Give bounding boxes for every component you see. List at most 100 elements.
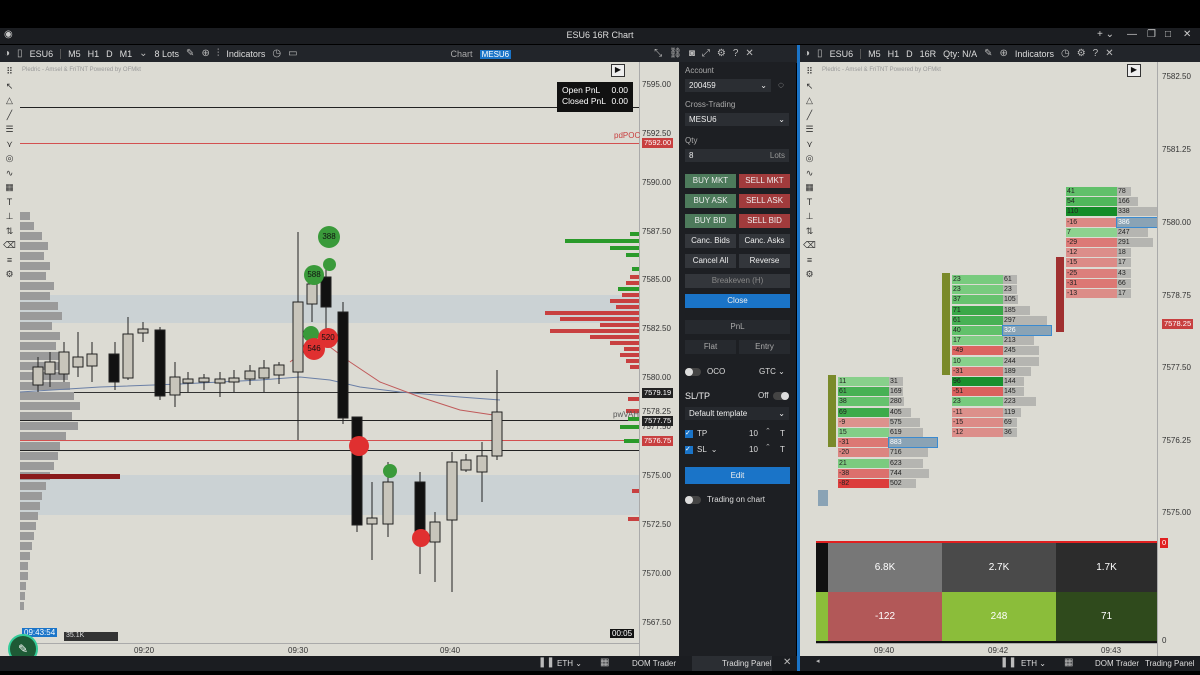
reverse-button[interactable]: Reverse (739, 254, 790, 268)
sell-ask-button[interactable]: SELL ASK (739, 194, 790, 208)
crosshair-icon[interactable]: ⤡ (654, 49, 662, 59)
symbol-selector[interactable]: ESU6 (30, 49, 54, 59)
play-icon[interactable]: ▶ (611, 64, 625, 77)
close-tab-icon[interactable]: ✕ (783, 658, 791, 668)
tp-value[interactable]: 10 (749, 429, 758, 438)
minimize-icon[interactable]: — (1127, 29, 1137, 40)
restore-icon[interactable]: ❐ (1147, 29, 1156, 40)
target-icon[interactable]: ◎ (0, 153, 19, 168)
eye-off-icon[interactable]: ◌ (778, 81, 784, 91)
sell-bid-button[interactable]: SELL BID (739, 214, 790, 228)
tf-d[interactable]: D (906, 49, 913, 59)
template-select[interactable]: Default template ⌄ (685, 407, 789, 420)
indicators-button[interactable]: Indicators (226, 49, 265, 59)
close-window-icon[interactable]: ✕ (1183, 29, 1191, 40)
cancel-asks-button[interactable]: Canc. Asks (739, 234, 790, 248)
left-chart-area[interactable]: ⠿ ↖ △ ╱ ☰ ⋎ ◎ ∿ ▦ T ⊥ ⇅ ⌫ ≡ ⚙ Pledric - … (0, 62, 679, 664)
edit-button[interactable]: Edit (685, 467, 790, 484)
cursor-icon[interactable]: ↖ (0, 81, 19, 96)
layout-icon[interactable]: ▯ (17, 49, 23, 59)
sort-icon[interactable]: ⇅ (800, 226, 819, 241)
tf-d[interactable]: D (106, 49, 113, 59)
dots-icon[interactable]: ⠿ (0, 66, 19, 81)
chevron-down-icon[interactable]: ⌄ (711, 445, 718, 454)
gtc-select[interactable]: GTC ⌄ (759, 367, 785, 376)
path-icon[interactable]: ∿ (0, 168, 19, 183)
right-chart-area[interactable]: ⠿ ↖ △ ╱ ☰ ⋎ ◎ ∿ ▦ T ⊥ ⇅ ⌫ ≡ ⚙ Pledric - … (800, 62, 1200, 656)
close-chart-icon[interactable]: ✕ (745, 49, 753, 59)
settings-icon[interactable]: ⚙ (1077, 49, 1086, 59)
text-icon[interactable]: T (0, 197, 19, 212)
clock-icon[interactable]: ◷ (272, 49, 281, 59)
stepper-icon[interactable]: ⌃ (765, 428, 771, 435)
gear-icon[interactable]: ⚙ (800, 269, 819, 284)
cross-trading-select[interactable]: MESU6 ⌄ (685, 113, 789, 126)
tf-m5[interactable]: M5 (868, 49, 881, 59)
pencil-icon[interactable]: ✎ (186, 49, 194, 59)
cancel-all-button[interactable]: Cancel All (685, 254, 736, 268)
measure-icon[interactable]: ⊥ (800, 211, 819, 226)
tp-checkbox[interactable]: ✓ (685, 429, 693, 438)
gear-icon[interactable]: ⚙ (0, 269, 19, 284)
entry-button[interactable]: Entry (739, 340, 790, 354)
fullscreen-icon[interactable]: ⤢ (702, 49, 710, 59)
chart-symbol-badge[interactable]: MESU6 (479, 49, 512, 59)
lots-selector[interactable]: 8 Lots (155, 49, 180, 59)
eraser-icon[interactable]: ⌫ (0, 240, 19, 255)
fork-icon[interactable]: ⋎ (800, 139, 819, 154)
settings-icon[interactable]: ⚙ (717, 49, 726, 59)
levels-icon[interactable]: ☰ (0, 124, 19, 139)
text-icon[interactable]: T (800, 197, 819, 212)
camera-icon[interactable]: ◙ (689, 49, 695, 59)
account-select[interactable]: 200459 ⌄ (685, 79, 771, 92)
zoom-icon[interactable]: ⊕ (201, 49, 209, 59)
pencil-icon[interactable]: ✎ (984, 49, 992, 59)
trading-on-chart-toggle[interactable] (685, 496, 701, 504)
qty-selector[interactable]: Qty: N/A (943, 49, 977, 59)
indicators-button[interactable]: Indicators (1015, 49, 1054, 59)
pnl-button[interactable]: PnL (685, 320, 790, 334)
trading-panel-tab[interactable]: Trading Panel (692, 656, 772, 671)
sell-mkt-button[interactable]: SELL MKT (739, 174, 790, 188)
path-icon[interactable]: ∿ (800, 168, 819, 183)
tf-m5[interactable]: M5 (68, 49, 81, 59)
pause-icon[interactable]: ❚❚ (1000, 658, 1017, 668)
dom-trader-tab[interactable]: DOM Trader (1095, 659, 1139, 668)
fork-icon[interactable]: ⋎ (0, 139, 19, 154)
dots-icon[interactable]: ⠿ (800, 66, 819, 81)
zoom-icon[interactable]: ⊕ (1000, 49, 1008, 59)
triangle-icon[interactable]: △ (0, 95, 19, 110)
levels-icon[interactable]: ☰ (800, 124, 819, 139)
tf-h1[interactable]: H1 (88, 49, 100, 59)
target-icon[interactable]: ◎ (800, 153, 819, 168)
cancel-bids-button[interactable]: Canc. Bids (685, 234, 736, 248)
trading-panel-tab[interactable]: Trading Panel (1145, 659, 1195, 668)
scroll-left-icon[interactable]: ◂ (816, 658, 820, 665)
template-icon[interactable]: ▭ (288, 49, 297, 59)
maximize-icon[interactable]: □ (1165, 29, 1171, 40)
play-icon[interactable]: ▶ (1127, 64, 1141, 77)
measure-icon[interactable]: ⊥ (0, 211, 19, 226)
sort-icon[interactable]: ⇅ (0, 226, 19, 241)
tf-m1[interactable]: M1 (120, 49, 133, 59)
list-icon[interactable]: ≡ (0, 255, 19, 270)
symbol-selector[interactable]: ESU6 (830, 49, 854, 59)
dom-trader-tab[interactable]: DOM Trader (632, 659, 676, 668)
line-icon[interactable]: ╱ (0, 110, 19, 125)
sltp-toggle[interactable] (773, 392, 789, 400)
tf-h1[interactable]: H1 (888, 49, 900, 59)
breakeven-button[interactable]: Breakeven (H) (685, 274, 790, 288)
eraser-icon[interactable]: ⌫ (800, 240, 819, 255)
list-icon[interactable]: ≡ (800, 255, 819, 270)
chevron-down-icon[interactable]: ⌄ (139, 49, 147, 59)
calendar-icon[interactable]: ▦ (1064, 658, 1073, 668)
sl-checkbox[interactable]: ✓ (685, 445, 693, 454)
qty-input[interactable]: 8 Lots (685, 149, 789, 162)
add-icon[interactable]: + ⌄ (1097, 29, 1114, 40)
buy-bid-button[interactable]: BUY BID (685, 214, 736, 228)
buy-ask-button[interactable]: BUY ASK (685, 194, 736, 208)
cursor-icon[interactable]: ↖ (800, 81, 819, 96)
pause-icon[interactable]: ❚❚ (538, 658, 555, 668)
calendar-icon[interactable]: ▦ (600, 658, 609, 668)
link-icon[interactable]: ◑ (4, 49, 10, 59)
